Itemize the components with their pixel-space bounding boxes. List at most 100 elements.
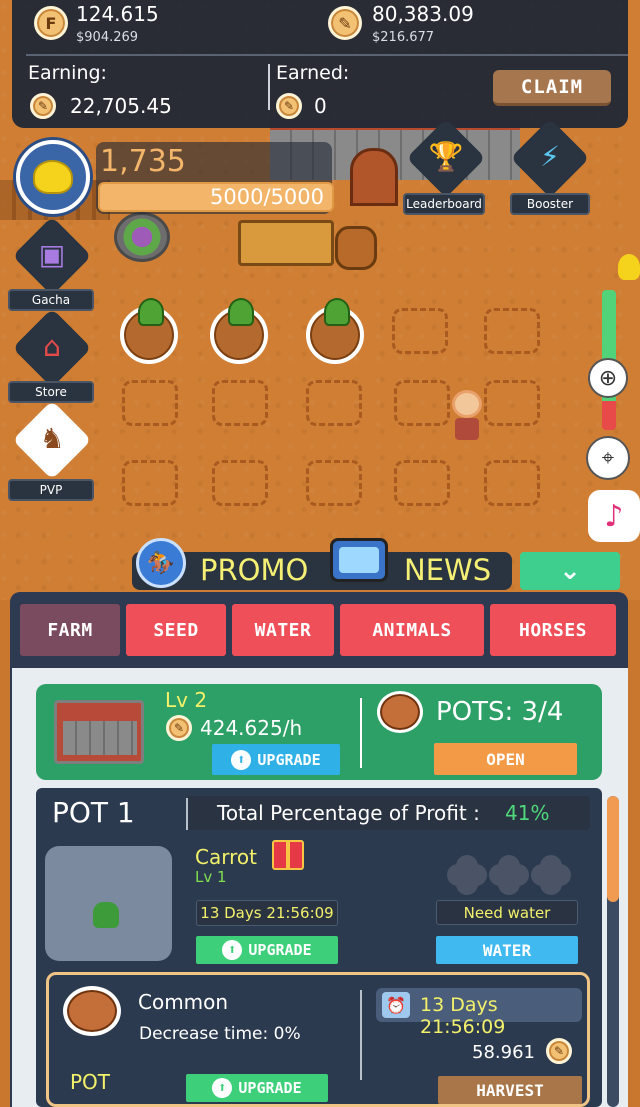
leaderboard-button[interactable]: 🏆 <box>404 118 488 200</box>
collapse-chevron-button[interactable]: ⌄ <box>520 552 620 590</box>
flower-icon <box>452 860 482 890</box>
arrow-up-icon: ⬆ <box>222 940 243 960</box>
need-water-status: Need water <box>436 900 578 925</box>
tab-animals[interactable]: ANIMALS <box>340 604 484 656</box>
tv-icon[interactable] <box>330 538 388 582</box>
gem-coin-icon: ✎ <box>546 1038 572 1064</box>
token-usd-value: $904.269 <box>76 30 139 45</box>
leaderboard-label: Leaderboard <box>403 193 485 215</box>
player-avatar[interactable] <box>16 140 90 214</box>
empty-plot[interactable] <box>484 380 540 426</box>
clay-jar <box>335 226 377 270</box>
music-note-icon[interactable]: ♪ <box>588 490 640 542</box>
tab-seed[interactable]: SEED <box>126 604 226 656</box>
pot-title-divider <box>186 798 188 830</box>
empty-plot[interactable] <box>484 308 540 354</box>
sprout-icon <box>228 298 254 326</box>
pot-upgrade-label: UPGRADE <box>238 1079 302 1097</box>
farm-rate: 424.625/h <box>200 716 303 740</box>
sprout-icon <box>138 298 164 326</box>
empty-plot[interactable] <box>394 380 450 426</box>
booster-label: Booster <box>510 193 590 215</box>
empty-plot[interactable] <box>122 380 178 426</box>
harvest-timer: ⏰ 13 Days 21:56:09 <box>376 988 582 1038</box>
battery-icon: ⚡ <box>540 140 560 173</box>
horse-racing-icon: ♞ <box>39 422 65 455</box>
store-button[interactable]: ⌂ <box>10 308 94 390</box>
crop-name: Carrot <box>195 845 257 869</box>
planted-pot-2[interactable] <box>210 298 268 364</box>
token-balance: 124.615 <box>76 2 159 26</box>
harvest-amount: 58.961 <box>472 1042 535 1063</box>
gift-icon[interactable] <box>272 840 304 870</box>
pot-upgrade-button[interactable]: ⬆ UPGRADE <box>186 1074 328 1102</box>
open-pots-button[interactable]: OPEN <box>434 743 577 775</box>
gem-coin-icon: ✎ <box>166 715 192 741</box>
water-button[interactable]: WATER <box>436 936 578 964</box>
arrow-up-icon: ⬆ <box>212 1078 233 1098</box>
gacha-label: Gacha <box>8 289 94 311</box>
farmer-body <box>455 418 479 440</box>
pot-decrease-time: Decrease time: 0% <box>139 1024 301 1044</box>
tab-horses[interactable]: HORSES <box>490 604 616 656</box>
locate-target-icon[interactable]: ⌖ <box>586 436 630 480</box>
energy-bar: 5000/5000 <box>98 182 334 212</box>
farmer-character[interactable] <box>448 390 486 442</box>
tab-bar: FARM SEED WATER ANIMALS HORSES <box>10 594 628 666</box>
pot-detail-divider <box>360 990 362 1080</box>
pot-rarity: Common <box>138 990 229 1014</box>
empty-plot[interactable] <box>212 380 268 426</box>
zoom-in-icon[interactable]: ⊕ <box>588 358 628 398</box>
empty-plot[interactable] <box>306 460 362 506</box>
crop-timer: 13 Days 21:56:09 <box>196 900 338 926</box>
duck-avatar-icon <box>33 160 73 194</box>
farm-upgrade-button[interactable]: ⬆ UPGRADE <box>212 744 340 775</box>
empty-plot[interactable] <box>122 460 178 506</box>
arrow-up-icon: ⬆ <box>231 749 252 770</box>
news-button[interactable]: NEWS <box>404 553 491 587</box>
tab-farm[interactable]: FARM <box>20 604 120 656</box>
crop-image <box>45 846 172 961</box>
planted-pot-3[interactable] <box>306 298 364 364</box>
crop-upgrade-button[interactable]: ⬆ UPGRADE <box>196 936 338 964</box>
promo-jockey-icon[interactable]: 🏇 <box>136 538 186 588</box>
farm-card-divider <box>360 698 362 768</box>
pot-title: POT 1 <box>52 796 135 829</box>
sprout-icon <box>324 298 350 326</box>
farm-house-door[interactable] <box>350 148 398 206</box>
pots-count: POTS: 3/4 <box>436 697 564 727</box>
claim-button[interactable]: CLAIM <box>493 70 611 106</box>
harvest-timer-text: 13 Days 21:56:09 <box>420 994 506 1038</box>
empty-plot[interactable] <box>484 460 540 506</box>
empty-plot[interactable] <box>392 308 448 354</box>
flower-icon <box>494 860 524 890</box>
farm-upgrade-label: UPGRADE <box>257 750 321 769</box>
empty-plot[interactable] <box>306 380 362 426</box>
hud-divider <box>26 54 628 56</box>
duck-sprite[interactable] <box>618 254 640 280</box>
token-coin-icon: F <box>34 6 68 40</box>
crop-upgrade-label: UPGRADE <box>248 941 312 959</box>
gacha-button[interactable]: ▣ <box>10 216 94 298</box>
shop-icon: ⌂ <box>43 330 61 363</box>
earning-value: 22,705.45 <box>70 94 172 118</box>
pot-bowl-icon <box>377 691 423 733</box>
treasure-chest-icon: ▣ <box>38 238 66 271</box>
empty-plot[interactable] <box>212 460 268 506</box>
planted-pot-1[interactable] <box>120 298 178 364</box>
promo-button[interactable]: PROMO <box>200 553 308 587</box>
harvest-button[interactable]: HARVEST <box>438 1076 582 1104</box>
water-level-flowers <box>452 860 566 890</box>
bench <box>238 220 334 266</box>
scrollbar-thumb[interactable] <box>607 796 619 902</box>
pvp-button[interactable]: ♞ <box>10 400 94 482</box>
carrot-sprout-icon <box>93 902 119 928</box>
empty-plot[interactable] <box>394 460 450 506</box>
booster-button[interactable]: ⚡ <box>508 118 592 200</box>
gem-coin-icon: ✎ <box>30 93 56 119</box>
top-hud: F 124.615 $904.269 ✎ 80,383.09 $216.677 … <box>12 0 628 128</box>
tab-water[interactable]: WATER <box>232 604 334 656</box>
pot-label: POT <box>70 1070 111 1094</box>
pvp-label: PVP <box>8 479 94 501</box>
gem-usd-value: $216.677 <box>372 30 435 45</box>
